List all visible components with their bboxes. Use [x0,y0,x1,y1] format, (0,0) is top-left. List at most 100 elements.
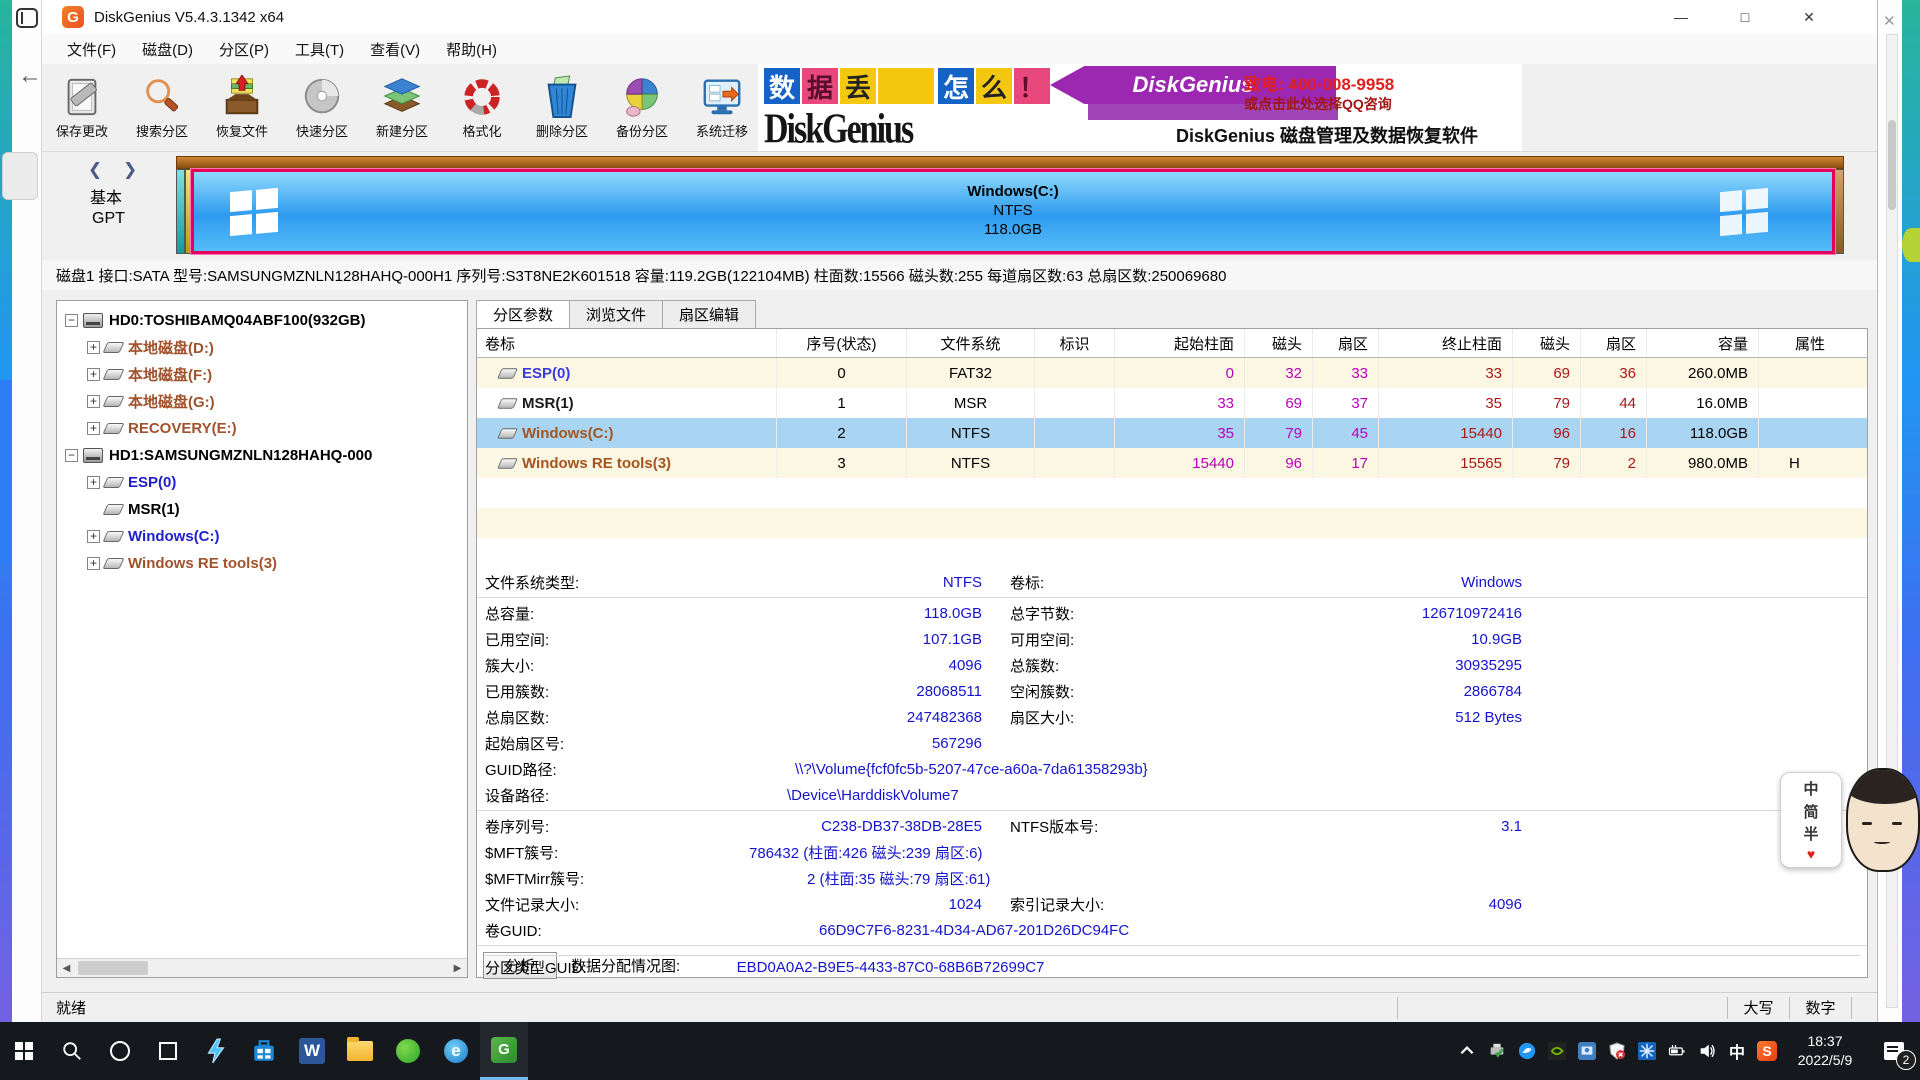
tree-item-esp[interactable]: +ESP(0) [57,469,467,496]
table-row-windows-c-selected[interactable]: Windows(C:) 2 NTFS 35 79 45 15440 96 16 … [477,418,1867,448]
menu-view[interactable]: 查看(V) [357,39,433,60]
start-button[interactable] [0,1022,48,1080]
power-battery-tray-icon[interactable] [1662,1022,1692,1080]
partition-table-body: 卷标 序号(状态) 文件系统 标识 起始柱面 磁头 扇区 终止柱面 磁头 扇区 … [476,328,1868,978]
speaker-tray-icon[interactable] [1692,1022,1722,1080]
search-partition-button[interactable]: 搜索分区 [122,64,202,150]
menu-help[interactable]: 帮助(H) [433,39,510,60]
printer-tray-icon[interactable] [1482,1022,1512,1080]
taskbar-app-lightning[interactable] [192,1022,240,1080]
banner-product: DiskGenius 磁盘管理及数据恢复软件 [1176,122,1478,148]
status-caps: 大写 [1727,997,1789,1019]
disk-capacity-strip [176,156,1844,169]
table-row-msr[interactable]: MSR(1) 1 MSR 33 69 37 35 79 44 16.0MB [477,388,1867,418]
scroll-right-button[interactable]: ▶ [448,959,467,977]
banner-qq-link[interactable]: 或点击此处选择QQ咨询 [1244,94,1392,114]
menubar: 文件(F) 磁盘(D) 分区(P) 工具(T) 查看(V) 帮助(H) [42,34,1877,64]
menu-file[interactable]: 文件(F) [54,39,129,60]
recover-files-button[interactable]: 恢复文件 [202,64,282,150]
partition-icon [103,369,125,380]
scroll-left-button[interactable]: ◀ [57,959,76,977]
backup-partition-button[interactable]: 备份分区 [602,64,682,150]
hidden-icons-chevron[interactable] [1452,1022,1482,1080]
winre-partition-sliver[interactable] [1835,169,1844,254]
tree-item-windows-c[interactable]: +Windows(C:) [57,523,467,550]
partition-icon [497,458,518,468]
task-view-button[interactable] [144,1022,192,1080]
security-shield-tray-icon[interactable] [1602,1022,1632,1080]
menu-partition[interactable]: 分区(P) [206,39,282,60]
minimize-button[interactable]: — [1649,0,1713,34]
table-row-esp[interactable]: ESP(0) 0 FAT32 0 32 33 33 69 36 260.0MB [477,358,1867,388]
banner-block: 据 [802,68,838,104]
partition-fs: NTFS [967,202,1059,221]
system-migration-icon [700,75,744,119]
tree-item-msr[interactable]: MSR(1) [57,496,467,523]
close-button[interactable]: ✕ [1777,0,1841,34]
action-center-button[interactable]: 2 [1868,1022,1920,1080]
ime-simplified[interactable]: 简 [1803,801,1818,822]
cortana-button[interactable] [96,1022,144,1080]
tree-item-winre[interactable]: +Windows RE tools(3) [57,550,467,577]
save-changes-icon [60,75,104,119]
taskbar-app-360browser[interactable] [384,1022,432,1080]
menu-tools[interactable]: 工具(T) [282,39,357,60]
taskbar-app-diskgenius-active[interactable]: G [480,1022,528,1080]
maximize-button[interactable]: □ [1713,0,1777,34]
ime-heart-icon[interactable]: ♥ [1807,846,1815,862]
banner-ad[interactable]: 数 据 丢 怎 么 ！ DiskGenius DiskGenius 致电: 40… [758,64,1522,151]
nvidia-tray-icon[interactable] [1542,1022,1572,1080]
notification-badge: 2 [1896,1050,1916,1070]
tree-item-recovery-e[interactable]: +RECOVERY(E:) [57,415,467,442]
background-scrollbar-thumb[interactable] [1888,120,1896,210]
format-icon [460,75,504,119]
tree-item-local-f[interactable]: +本地磁盘(F:) [57,361,467,388]
windows-logo-icon [230,188,278,236]
lightning-icon [203,1038,229,1064]
menu-disk[interactable]: 磁盘(D) [129,39,206,60]
tab-browse-files[interactable]: 浏览文件 [570,300,663,328]
tree-item-hd0[interactable]: −HD0:TOSHIBAMQ04ABF100(932GB) [57,307,467,334]
intel-graphics-tray-icon[interactable] [1572,1022,1602,1080]
ime-indicator[interactable]: 中 [1722,1022,1752,1080]
disk-nav-arrows[interactable]: ❮ ❯ [88,160,145,180]
window-title: DiskGenius V5.4.3.1342 x64 [94,9,284,26]
ime-halfwidth[interactable]: 半 [1803,823,1818,844]
ime-chinese[interactable]: 中 [1803,778,1818,799]
scrollbar-thumb[interactable] [78,961,148,975]
tab-partition-params[interactable]: 分区参数 [476,300,570,328]
tab-sector-edit[interactable]: 扇区编辑 [663,300,756,328]
system-migration-button[interactable]: 系统迁移 [682,64,762,150]
tree-item-hd1[interactable]: −HD1:SAMSUNGMZNLN128HAHQ-000 [57,442,467,469]
windows-c-partition-block[interactable]: Windows(C:) NTFS 118.0GB [191,169,1835,254]
save-changes-button[interactable]: 保存更改 [42,64,122,150]
backup-partition-icon [620,75,664,119]
banner-block: ！ [1014,68,1050,104]
taskbar-app-word[interactable]: W [288,1022,336,1080]
tree-item-local-d[interactable]: +本地磁盘(D:) [57,334,467,361]
table-row-empty [477,508,1867,538]
recover-files-icon [220,75,264,119]
taskbar-clock[interactable]: 18:37 2022/5/9 [1782,1032,1868,1070]
messenger-tray-icon[interactable] [1512,1022,1542,1080]
banner-block: 数 [764,68,800,104]
new-partition-button[interactable]: 新建分区 [362,64,442,150]
quick-partition-button[interactable]: 快速分区 [282,64,362,150]
sogou-tray-icon[interactable]: S [1752,1022,1782,1080]
esp-partition-sliver[interactable] [176,169,185,254]
snowflake-tray-icon[interactable] [1632,1022,1662,1080]
table-header: 卷标 序号(状态) 文件系统 标识 起始柱面 磁头 扇区 终止柱面 磁头 扇区 … [477,329,1867,358]
taskbar-search-button[interactable] [48,1022,96,1080]
format-button[interactable]: 格式化 [442,64,522,150]
taskbar-app-store[interactable] [240,1022,288,1080]
partition-icon [103,504,125,515]
tree-item-local-g[interactable]: +本地磁盘(G:) [57,388,467,415]
tree-horizontal-scrollbar[interactable]: ◀ ▶ [57,958,467,977]
taskbar-file-explorer[interactable] [336,1022,384,1080]
status-num: 数字 [1789,997,1851,1019]
ime-toolbar-widget[interactable]: 中 简 半 ♥ [1780,772,1842,868]
delete-partition-button[interactable]: 删除分区 [522,64,602,150]
taskbar-app-edge[interactable]: e [432,1022,480,1080]
table-row-winre[interactable]: Windows RE tools(3) 3 NTFS 15440 96 17 1… [477,448,1867,478]
clock-time: 18:37 [1782,1032,1868,1051]
